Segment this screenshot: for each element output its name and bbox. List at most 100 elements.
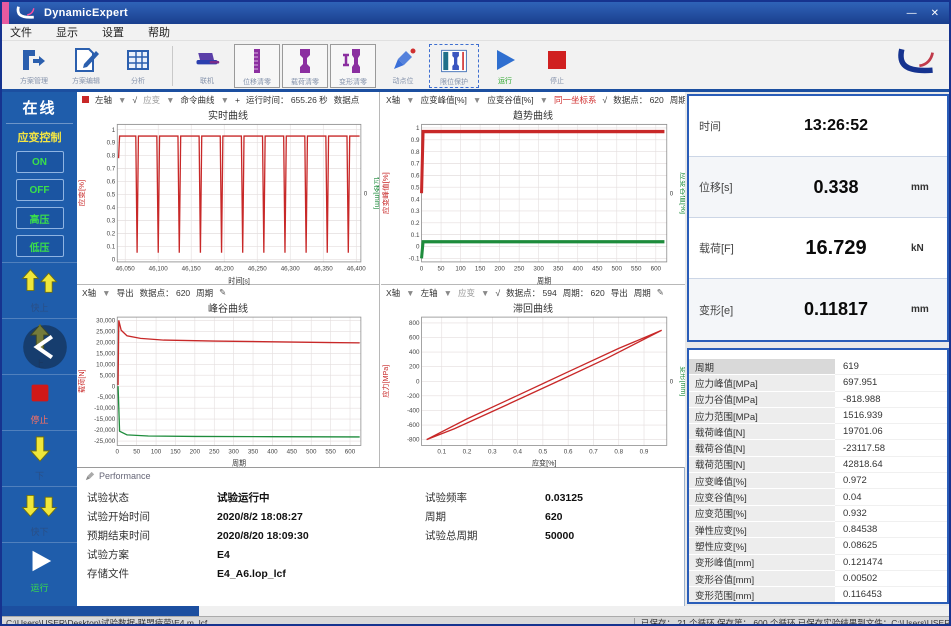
- chart-header-item[interactable]: 导出: [611, 287, 628, 299]
- chart-header-item[interactable]: ▼: [481, 288, 489, 298]
- chart-header-item[interactable]: 周期: [634, 287, 651, 299]
- chart-header-item[interactable]: √: [603, 95, 608, 105]
- param-row[interactable]: 弹性应变[%]0.84538: [689, 522, 947, 538]
- toolbar-button-plan[interactable]: 方案管理: [8, 44, 60, 86]
- chart-header-item[interactable]: √: [495, 288, 500, 298]
- toolbar-button-machine[interactable]: 联机: [181, 44, 233, 86]
- chart-header-item[interactable]: ▼: [406, 288, 414, 298]
- svg-text:1: 1: [416, 125, 420, 132]
- chart-header-item[interactable]: 同一坐标系: [554, 94, 597, 106]
- chart-header-item[interactable]: 应变: [143, 94, 160, 106]
- performance-title-row: Performance: [77, 468, 684, 483]
- chart-header-item[interactable]: ✎: [657, 287, 664, 298]
- param-row[interactable]: 变形峰值[mm]0.121474: [689, 555, 947, 571]
- chart-header-item[interactable]: ▼: [118, 95, 126, 105]
- chart-header-item[interactable]: 应变谷值[%]: [487, 94, 533, 106]
- chart-header-item[interactable]: 左轴: [95, 94, 112, 106]
- param-row[interactable]: 应力谷值[MPa]-818.988: [689, 392, 947, 408]
- toolbar-button-extenso[interactable]: 变形清零: [330, 44, 376, 88]
- chart-header-item[interactable]: X轴: [386, 287, 400, 299]
- param-row[interactable]: 应力范围[MPa]1516.939: [689, 408, 947, 424]
- sidebar-button-低压[interactable]: 低压: [16, 235, 64, 257]
- chart-header-item[interactable]: X轴: [386, 94, 400, 106]
- chart-header-item[interactable]: 周期： 620: [563, 287, 605, 299]
- param-value: 0.932: [835, 506, 947, 522]
- chart-header-item[interactable]: 数据点： 620: [613, 94, 664, 106]
- param-row[interactable]: 应力峰值[MPa]697.951: [689, 375, 947, 391]
- chart-header-item[interactable]: 周期: [196, 287, 213, 299]
- performance-label: 试验状态: [87, 490, 217, 505]
- param-row[interactable]: 应变谷值[%]0.04: [689, 489, 947, 505]
- param-row[interactable]: 载荷谷值[N]-23117.58: [689, 440, 947, 456]
- jog-up2-button[interactable]: 快上: [2, 262, 77, 318]
- chart-header-item[interactable]: ▼: [540, 95, 548, 105]
- toolbar-button-stop[interactable]: 停止: [531, 44, 583, 86]
- toolbar-button-limit[interactable]: 限位保护: [429, 44, 479, 88]
- edit-icon: [71, 45, 101, 75]
- chart-header-item[interactable]: 数据点: [334, 94, 360, 106]
- param-row[interactable]: 变形范围[mm]0.116453: [689, 587, 947, 603]
- performance-row: 周期620: [425, 507, 675, 526]
- minimize-button[interactable]: —: [907, 8, 917, 19]
- svg-text:0: 0: [420, 265, 424, 272]
- chart-header-item[interactable]: ▼: [444, 288, 452, 298]
- chart-header-item[interactable]: ▼: [166, 95, 174, 105]
- toolbar-button-ruler[interactable]: 位移清零: [234, 44, 280, 88]
- menu-item-0[interactable]: 文件: [10, 24, 32, 40]
- chart-header-item[interactable]: 左轴: [421, 287, 438, 299]
- chart-header-item[interactable]: 数据点： 594: [506, 287, 557, 299]
- toolbar-button-pen[interactable]: 动点位: [377, 44, 429, 86]
- param-row[interactable]: 塑性应变[%]0.08625: [689, 538, 947, 554]
- chart-header-item[interactable]: 导出: [117, 287, 134, 299]
- svg-text:0.6: 0.6: [107, 178, 116, 185]
- chart-header-item[interactable]: ▼: [406, 95, 414, 105]
- param-label: 载荷峰值[N]: [689, 424, 835, 440]
- param-row[interactable]: 应变范围[%]0.932: [689, 506, 947, 522]
- param-row[interactable]: 载荷峰值[N]19701.06: [689, 424, 947, 440]
- chart-header-item[interactable]: √: [132, 95, 137, 105]
- close-button[interactable]: ✕: [931, 8, 939, 19]
- param-row[interactable]: 应变峰值[%]0.972: [689, 473, 947, 489]
- menu-item-3[interactable]: 帮助: [148, 24, 170, 40]
- jog-up1-button[interactable]: 上: [2, 318, 77, 374]
- sidebar-button-on[interactable]: ON: [16, 151, 64, 173]
- chart-header-item[interactable]: 数据点： 620: [140, 287, 191, 299]
- chart-header-item[interactable]: 命令曲线: [181, 94, 215, 106]
- chart-header-item[interactable]: +: [235, 95, 240, 105]
- param-row[interactable]: 变形谷值[mm]0.00502: [689, 571, 947, 587]
- chart-header-item[interactable]: ▼: [102, 288, 110, 298]
- chart-header-item[interactable]: 应变: [458, 287, 475, 299]
- chart-header-item[interactable]: 应变峰值[%]: [421, 94, 467, 106]
- toolbar-button-edit[interactable]: 方案编辑: [60, 44, 112, 86]
- performance-row: 预期结束时间2020/8/20 18:09:30: [87, 526, 407, 545]
- svg-text:600: 600: [651, 265, 662, 272]
- jog-stopsq-button[interactable]: 停止: [2, 374, 77, 430]
- toolbar-button-analyze[interactable]: 分析: [112, 44, 164, 86]
- chart-header-2[interactable]: X轴 ▼ 导出数据点： 620 周期 ✎: [77, 285, 379, 300]
- chart-header-item[interactable]: X轴: [82, 287, 96, 299]
- chart-header-item[interactable]: 周期： 620: [670, 94, 685, 106]
- svg-text:300: 300: [533, 265, 544, 272]
- toolbar-button-dogbone[interactable]: 载荷清零: [282, 44, 328, 88]
- toolbar-button-play[interactable]: 运行: [479, 44, 531, 86]
- param-row[interactable]: 周期619: [689, 359, 947, 375]
- menu-item-2[interactable]: 设置: [102, 24, 124, 40]
- chart-header-1[interactable]: X轴 ▼ 应变峰值[%] ▼ 应变谷值[%] ▼ 同一坐标系 √ 数据点： 620 周期： 620: [381, 92, 685, 107]
- jog-playw-button[interactable]: 运行: [2, 542, 77, 598]
- param-label: 塑性应变[%]: [689, 538, 835, 554]
- svg-text:位移[mm]: 位移[mm]: [373, 177, 379, 209]
- chart-header-item[interactable]: ▼: [221, 95, 229, 105]
- chart-header-item[interactable]: 运行时间： 655.26 秒: [246, 94, 328, 106]
- chart-header-item[interactable]: ▼: [473, 95, 481, 105]
- param-row[interactable]: 载荷范围[N]42818.64: [689, 457, 947, 473]
- sidebar-button-off[interactable]: OFF: [16, 179, 64, 201]
- chart-header-item[interactable]: ✎: [219, 287, 226, 298]
- chart-header-3[interactable]: X轴 ▼ 左轴 ▼ 应变 ▼ √ 数据点： 594 周期： 620 导出周期 ✎: [381, 285, 685, 300]
- jog-down1-button[interactable]: 下: [2, 430, 77, 486]
- chart-header-0[interactable]: 左轴 ▼ √ 应变 ▼ 命令曲线 ▼ + 运行时间： 655.26 秒数据点: [77, 92, 379, 107]
- menu-item-1[interactable]: 显示: [56, 24, 78, 40]
- jog-down2-button[interactable]: 快下: [2, 486, 77, 542]
- sidebar-button-高压[interactable]: 高压: [16, 207, 64, 229]
- chart-title: 滞回曲线: [381, 300, 685, 313]
- svg-text:450: 450: [592, 265, 603, 272]
